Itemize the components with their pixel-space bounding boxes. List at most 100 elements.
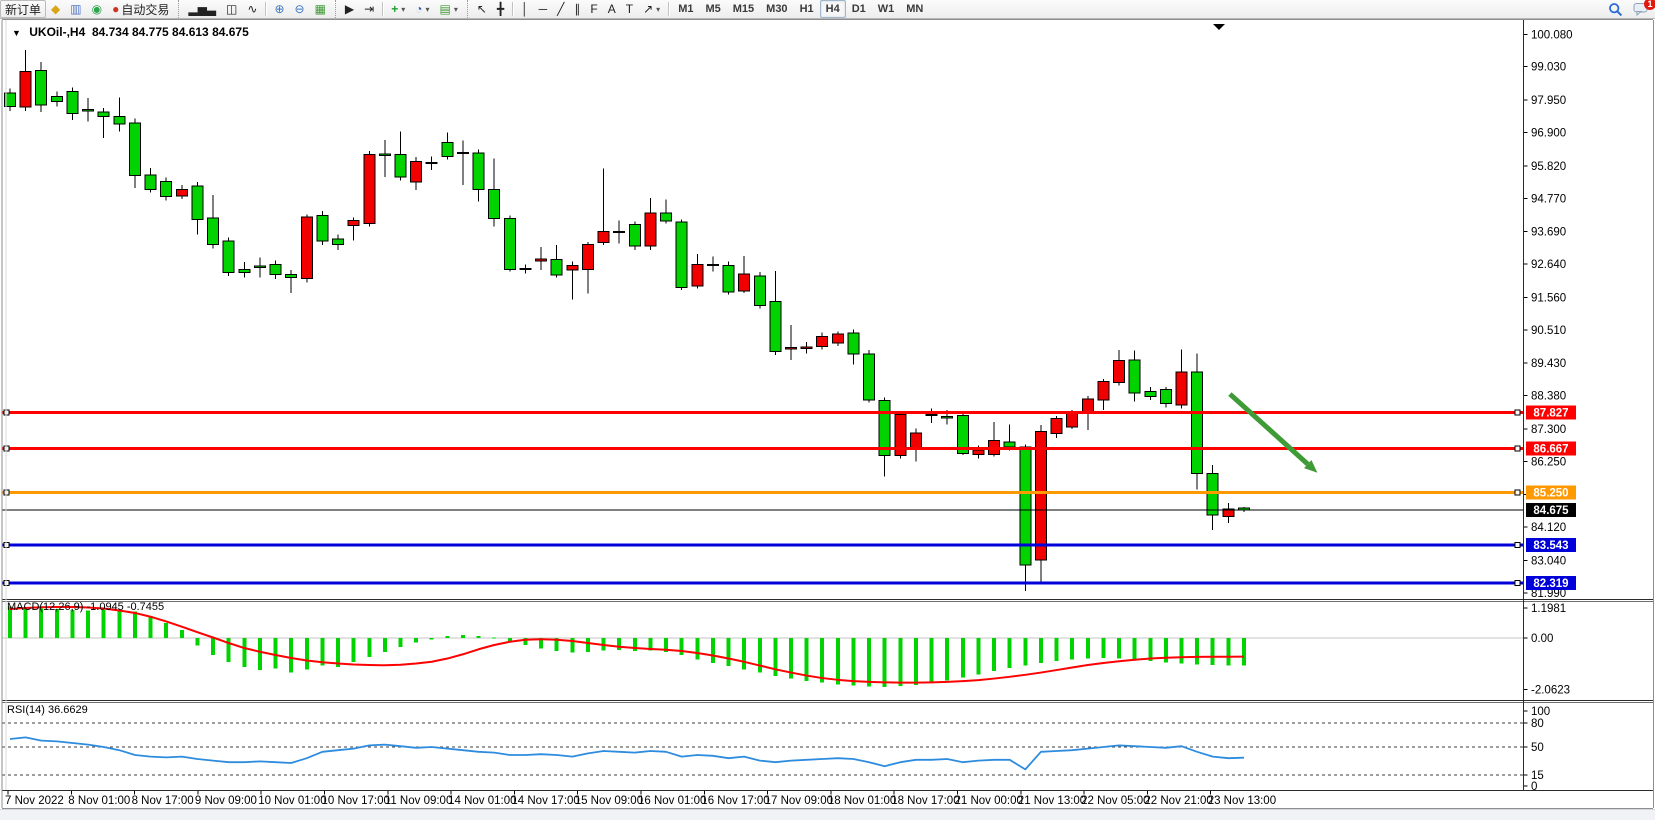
timeframe-mn[interactable]: MN [900,0,929,18]
macd-histogram-bar [617,638,621,650]
chart-title: ▼ UKOil-,H4 84.734 84.775 84.613 84.675 [12,25,249,39]
macd-histogram-bar [1023,638,1027,666]
timeframe-h1[interactable]: H1 [794,0,820,18]
candle-body-down [614,231,625,232]
line-chart-button[interactable]: ∿ [242,0,262,18]
date-label: 18 Nov 01:00 [828,795,896,807]
macd-tick-label: -2.0623 [1531,685,1570,697]
auto-trading-button[interactable]: ●自动交易 [107,0,174,18]
date-label: 11 Nov 09:00 [385,795,453,807]
tile-windows-button[interactable]: ▦ [310,0,331,18]
candle-body-down [1207,473,1218,515]
date-label: 9 Nov 09:00 [195,795,257,807]
price-tick-label: 86.250 [1531,456,1566,468]
cursor-icon: ↖ [477,3,487,15]
auto-trading-button-label: 自动交易 [121,1,169,18]
price-label-box: 87.827 [1526,406,1576,420]
timeframe-w1[interactable]: W1 [872,0,901,18]
timeframe-m5[interactable]: M5 [699,0,726,18]
crosshair-icon: ╋ [497,3,504,15]
price-label-text: 86.667 [1533,443,1568,455]
candle [223,237,234,276]
macd-histogram-bar [258,638,262,670]
candle [754,272,765,308]
text-button[interactable]: A [603,0,621,18]
zoom-in-button[interactable]: ⊕ [269,0,289,18]
candle-body-down [520,268,531,269]
new-order-button[interactable]: 新订单 [0,0,46,18]
zoom-out-button[interactable]: ⊖ [290,0,310,18]
candle-body-up [973,450,984,454]
candle-body-down [848,333,859,354]
indicators-button[interactable]: +▾ [386,0,410,18]
date-label: 8 Nov 17:00 [132,795,194,807]
candle-body-down [67,92,78,114]
macd-histogram-bar [180,630,184,638]
date-label: 10 Nov 01:00 [258,795,326,807]
candle-body-down [145,175,156,190]
candle-body-up [20,72,31,108]
macd-histogram-bar [851,638,855,686]
timeframe-h4[interactable]: H4 [820,0,846,18]
rsi-tick-label: 0 [1531,781,1537,793]
line-handle[interactable] [1515,542,1520,547]
macd-histogram-bar [1226,638,1230,665]
price-tick-label: 100.080 [1531,29,1573,41]
date-label: 14 Nov 17:00 [511,795,579,807]
zoom-out-icon: ⊖ [295,3,305,15]
templates-button[interactable]: ▤▾ [435,0,463,18]
order-ticket-button[interactable]: ◆ [46,0,65,18]
market-watch-button[interactable]: ▥ [65,0,86,18]
line-handle[interactable] [1515,446,1520,451]
candle-body-up [411,162,422,182]
signals-icon: ◉ [92,3,102,15]
search-button[interactable] [1608,2,1623,17]
toolbar-group: ↖╋ [467,0,509,18]
timeframe-d1[interactable]: D1 [846,0,872,18]
text-label-button[interactable]: T [621,0,638,18]
candle-body-down [473,153,484,189]
main-toolbar: 新订单◆▥◉●自动交易▂▅▃◫∿⊕⊖▦▶⇥+▾◔▾▤▾↖╋│─╱∥FAT↗▾ M… [0,0,1655,19]
horizontal-line-button[interactable]: ─ [534,0,553,18]
timeframe-toolbar: M1M5M15M30H1H4D1W1MN [672,0,929,18]
toolbar-group: ▂▅▃◫∿ [178,0,262,18]
candle-body-up [1114,360,1125,382]
macd-histogram-bar [289,638,293,673]
fibonacci-button[interactable]: F [585,0,602,18]
signals-button[interactable]: ◉ [87,0,107,18]
bar-chart-button[interactable]: ▂▅▃ [183,0,221,18]
date-label: 18 Nov 17:00 [891,795,959,807]
candle-body-down [98,112,109,117]
price-tick-label: 97.950 [1531,95,1566,107]
equidistant-channel-button[interactable]: ∥ [569,0,585,18]
timeframe-m15[interactable]: M15 [727,0,760,18]
chart-shift-button[interactable]: ⇥ [359,0,379,18]
toolbar-separator [512,2,513,16]
timeframe-m30[interactable]: M30 [760,0,793,18]
crosshair-button[interactable]: ╋ [492,0,509,18]
candlestick-chart-button[interactable]: ◫ [221,0,242,18]
macd-histogram-bar [508,638,512,641]
line-handle[interactable] [1515,580,1520,585]
arrows-button[interactable]: ↗▾ [638,0,665,18]
auto-scroll-button[interactable]: ▶ [340,0,359,18]
trendline-button[interactable]: ╱ [552,0,569,18]
candle-body-down [254,266,265,267]
candle-body-down [317,215,328,241]
macd-histogram-bar [195,638,199,646]
macd-histogram-bar [836,638,840,684]
macd-name: MACD(12,26,9) [7,601,83,613]
periods-button[interactable]: ◔▾ [410,0,434,18]
line-handle[interactable] [1515,490,1520,495]
candle [676,220,687,290]
macd-histogram-bar [414,638,418,643]
notifications-button[interactable]: 1 [1633,2,1649,16]
macd-histogram-bar [1070,638,1074,660]
price-tick-label: 88.380 [1531,391,1566,403]
line-handle[interactable] [1515,410,1520,415]
timeframe-m1[interactable]: M1 [672,0,699,18]
rsi-name: RSI(14) [7,704,45,716]
cursor-button[interactable]: ↖ [472,0,492,18]
vertical-line-button[interactable]: │ [516,0,534,18]
date-label: 23 Nov 13:00 [1208,795,1276,807]
